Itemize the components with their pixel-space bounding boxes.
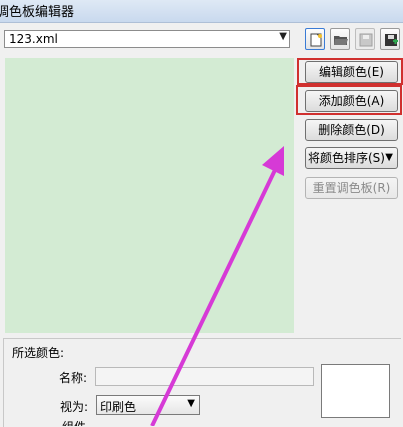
annotation-arrow-line: [150, 169, 277, 426]
annotation-arrow: [150, 146, 284, 426]
